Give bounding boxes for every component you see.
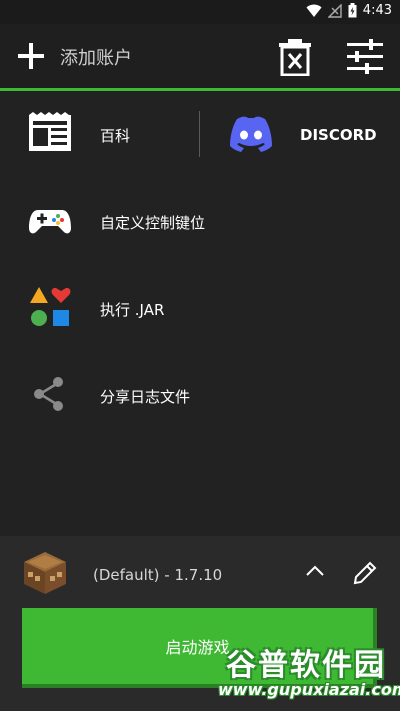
execute-jar-button[interactable]: 执行 .JAR [0, 265, 400, 352]
execute-jar-label: 执行 .JAR [100, 301, 165, 319]
wifi-icon [306, 4, 322, 17]
signal-icon [327, 3, 342, 18]
battery-icon [348, 3, 357, 18]
profile-label[interactable]: (Default) - 1.7.10 [93, 566, 222, 584]
custom-controls-button[interactable]: 自定义控制键位 [0, 178, 400, 265]
settings-sliders-icon[interactable] [345, 38, 385, 76]
wiki-label: 百科 [100, 127, 131, 145]
status-time: 4:43 [362, 3, 392, 18]
custom-controls-label: 自定义控制键位 [100, 214, 206, 232]
top-bar: 添加账户 [0, 24, 400, 88]
status-bar: 4:43 [0, 0, 400, 24]
menu-row-wiki-discord: 百科 DISCORD [0, 91, 400, 178]
gamepad-icon [29, 210, 71, 234]
add-account-icon[interactable] [16, 41, 46, 71]
edit-pencil-icon[interactable] [352, 560, 378, 586]
crafting-table-icon[interactable] [22, 550, 68, 596]
wiki-button[interactable]: 百科 [0, 91, 199, 178]
main-menu: 百科 DISCORD 自定义控制键位 执行 .JAR 分享日志文件 [0, 91, 400, 536]
discord-label: DISCORD [300, 126, 377, 144]
discord-button[interactable]: DISCORD [200, 91, 400, 178]
add-account-label[interactable]: 添加账户 [60, 44, 132, 70]
watermark-title: 谷普软件园 [226, 648, 386, 683]
share-icon [34, 377, 63, 411]
chevron-up-icon[interactable] [304, 563, 326, 579]
wiki-newspaper-icon [29, 112, 71, 151]
shapes-icon [30, 287, 71, 326]
delete-account-icon[interactable] [278, 38, 312, 76]
share-logs-button[interactable]: 分享日志文件 [0, 352, 400, 439]
share-logs-label: 分享日志文件 [100, 388, 191, 406]
watermark: 谷普软件园 www.gupuxiazai.com [218, 640, 400, 710]
watermark-url: www.gupuxiazai.com [218, 680, 400, 699]
discord-icon [230, 116, 272, 152]
